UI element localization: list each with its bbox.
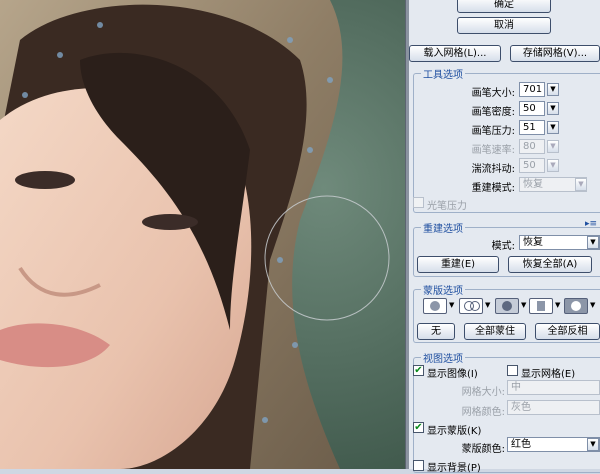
- reconstruct-options-title: 重建选项: [421, 220, 465, 235]
- brush-rate-input[interactable]: 80: [519, 139, 545, 154]
- reconstruct-mode-label: 重建模式:: [471, 183, 515, 194]
- brush-pressure-dropdown-icon[interactable]: ▼: [547, 121, 559, 134]
- replace-selection-mask-icon[interactable]: ▼: [423, 298, 457, 314]
- mask-color-label: 蒙版颜色:: [461, 444, 505, 455]
- stylus-pressure-checkbox[interactable]: [413, 197, 424, 208]
- brush-density-input[interactable]: 50: [519, 101, 545, 116]
- ok-button[interactable]: 确定: [457, 0, 551, 13]
- save-mesh-button[interactable]: 存储网格(V)...: [510, 45, 600, 62]
- brush-pressure-label: 画笔压力:: [471, 126, 515, 137]
- mask-options-title: 蒙版选项: [421, 282, 465, 297]
- brush-density-label: 画笔密度:: [471, 107, 515, 118]
- view-options-title: 视图选项: [421, 350, 465, 365]
- reconstruct-mode-dropdown-icon[interactable]: ▼: [575, 178, 587, 191]
- brush-rate-label: 画笔速率:: [471, 145, 515, 156]
- mesh-color-select[interactable]: 灰色: [507, 400, 600, 415]
- load-mesh-button[interactable]: 载入网格(L)...: [409, 45, 501, 62]
- brush-size-label: 画笔大小:: [471, 88, 515, 99]
- brush-pressure-input[interactable]: 51: [519, 120, 545, 135]
- turbulent-jitter-label: 湍流抖动:: [471, 164, 515, 175]
- cancel-button[interactable]: 取消: [457, 17, 551, 34]
- show-mask-checkbox[interactable]: ✔: [413, 422, 424, 433]
- reconstruct-button[interactable]: 重建(E): [417, 256, 499, 273]
- mask-all-button[interactable]: 全部蒙住: [464, 323, 526, 340]
- liquify-options-panel: 确定 取消 载入网格(L)... 存储网格(V)... 工具选项 画笔大小: 7…: [409, 0, 600, 474]
- show-image-checkbox[interactable]: ✔: [413, 365, 424, 376]
- mesh-size-label: 网格大小:: [461, 387, 505, 398]
- photo-canvas[interactable]: [0, 0, 405, 469]
- show-mesh-checkbox[interactable]: [507, 365, 518, 376]
- restore-all-button[interactable]: 恢复全部(A): [508, 256, 592, 273]
- panel-menu-icon[interactable]: ▸≡: [585, 219, 597, 229]
- intersect-with-selection-mask-icon[interactable]: ▼: [529, 298, 563, 314]
- mask-none-button[interactable]: 无: [417, 323, 455, 340]
- mode-dropdown-icon[interactable]: ▼: [587, 236, 599, 249]
- turbulent-jitter-dropdown-icon[interactable]: ▼: [547, 159, 559, 172]
- brush-size-dropdown-icon[interactable]: ▼: [547, 83, 559, 96]
- stylus-pressure-label: 光笔压力: [427, 201, 467, 212]
- subtract-from-selection-mask-icon[interactable]: ▼: [495, 298, 529, 314]
- show-image-label: 显示图像(I): [427, 369, 478, 380]
- mesh-size-select[interactable]: 中: [507, 380, 600, 395]
- invert-all-button[interactable]: 全部反相: [535, 323, 600, 340]
- mesh-color-label: 网格颜色:: [461, 407, 505, 418]
- show-backdrop-label: 显示背景(P): [427, 463, 481, 474]
- show-mask-label: 显示蒙版(K): [427, 426, 482, 437]
- brush-density-dropdown-icon[interactable]: ▼: [547, 102, 559, 115]
- show-backdrop-checkbox[interactable]: [413, 460, 424, 471]
- mask-color-dropdown-icon[interactable]: ▼: [587, 438, 599, 451]
- tool-options-title: 工具选项: [421, 66, 465, 81]
- portrait-photo: [0, 0, 405, 469]
- invert-selection-mask-icon[interactable]: ▼: [564, 298, 598, 314]
- brush-size-input[interactable]: 701: [519, 82, 545, 97]
- brush-rate-dropdown-icon[interactable]: ▼: [547, 140, 559, 153]
- add-to-selection-mask-icon[interactable]: ▼: [459, 298, 493, 314]
- turbulent-jitter-input[interactable]: 50: [519, 158, 545, 173]
- mode-label: 模式:: [491, 241, 515, 252]
- show-mesh-label: 显示网格(E): [521, 369, 576, 380]
